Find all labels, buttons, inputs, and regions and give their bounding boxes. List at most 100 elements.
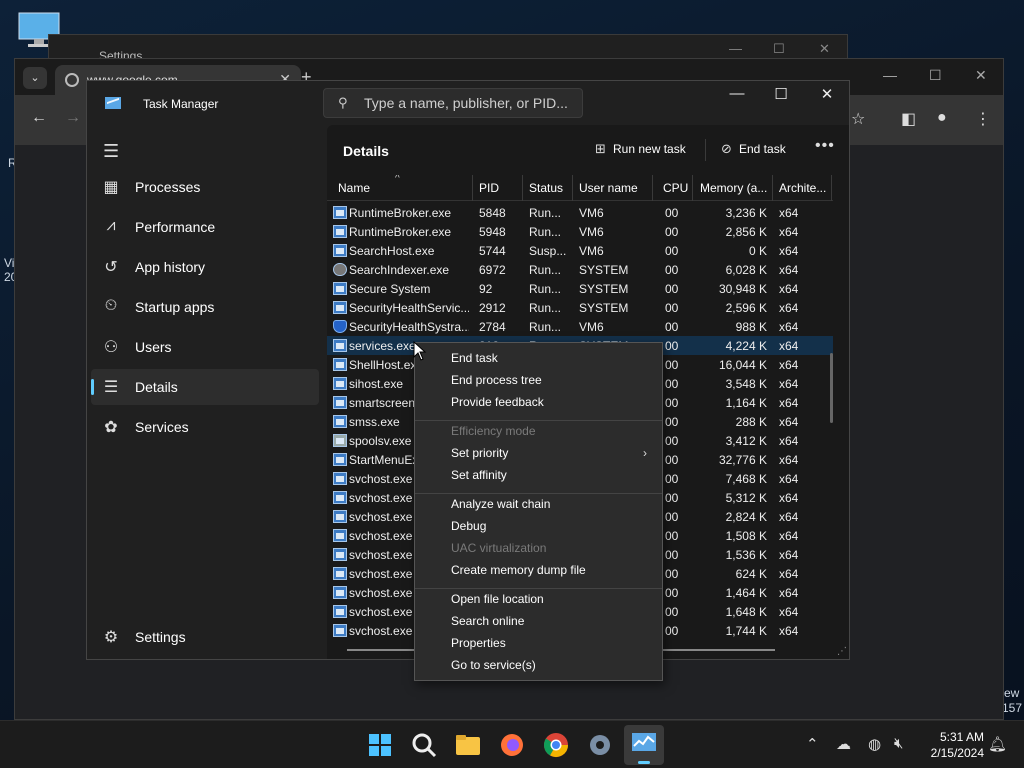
menu-item-set-priority[interactable]: Set priority xyxy=(451,446,508,460)
cell-cpu: 00 xyxy=(665,529,679,543)
column-header-user[interactable]: User name xyxy=(579,181,649,195)
system-clock[interactable]: 5:31 AM 2/15/2024 xyxy=(924,729,984,761)
menu-item-go-to-service-s[interactable]: Go to service(s) xyxy=(451,658,536,672)
startup-apps-icon: ⏲ xyxy=(104,297,118,314)
app-process-icon xyxy=(333,225,347,238)
back-icon[interactable]: ← xyxy=(31,109,47,127)
minimize-icon[interactable]: — xyxy=(729,41,742,56)
file-explorer-icon[interactable] xyxy=(454,731,482,759)
table-row[interactable]: RuntimeBroker.exe 5848 Run... VM6 00 3,236 K x… xyxy=(327,203,833,222)
maximize-icon[interactable]: ☐ xyxy=(773,41,785,57)
menu-item-end-task[interactable]: End task xyxy=(451,351,498,365)
toolbar-divider xyxy=(705,139,706,161)
column-header-pid[interactable]: PID xyxy=(479,181,519,195)
column-header-status[interactable]: Status xyxy=(529,181,573,195)
menu-item-debug[interactable]: Debug xyxy=(451,519,486,533)
cell-name: Secure System xyxy=(349,282,431,296)
profile-icon[interactable]: ● xyxy=(937,109,947,127)
column-header-name[interactable]: Name xyxy=(338,181,458,195)
column-header-architecture[interactable]: Archite... xyxy=(779,181,829,195)
end-task-button[interactable]: ⊘ End task xyxy=(721,141,786,157)
network-globe-icon[interactable]: ◍ xyxy=(868,735,881,753)
cell-cpu: 00 xyxy=(665,339,679,353)
menu-item-analyze-wait-chain[interactable]: Analyze wait chain xyxy=(451,497,550,511)
maximize-icon[interactable]: ☐ xyxy=(929,67,942,84)
column-header-cpu[interactable]: CPU xyxy=(663,181,693,195)
close-icon[interactable]: ✕ xyxy=(975,67,987,84)
menu-item-open-file-location[interactable]: Open file location xyxy=(451,592,544,606)
volume-muted-icon[interactable]: 🔇︎ xyxy=(894,735,903,752)
forward-icon[interactable]: → xyxy=(65,109,81,127)
cell-status: Run... xyxy=(529,206,562,220)
app-process-icon xyxy=(333,472,347,485)
tab-search-button[interactable]: ⌄ xyxy=(23,67,47,89)
table-row[interactable]: SearchHost.exe 5744 Susp... VM6 00 0 K x64 xyxy=(327,241,833,260)
firefox-icon[interactable] xyxy=(498,731,526,759)
menu-item-end-process-tree[interactable]: End process tree xyxy=(451,373,542,387)
app-process-icon xyxy=(333,415,347,428)
nav-item-label: Performance xyxy=(135,219,216,235)
chrome-menu-icon[interactable]: ⋮ xyxy=(975,109,991,129)
cell-cpu: 00 xyxy=(665,415,679,429)
menu-item-efficiency-mode: Efficiency mode xyxy=(451,424,536,438)
menu-item-uac-virtualization: UAC virtualization xyxy=(451,541,547,555)
settings-icon[interactable] xyxy=(586,731,614,759)
table-row[interactable]: SearchIndexer.exe 6972 Run... SYSTEM 00 6,028… xyxy=(327,260,833,279)
cell-name: RuntimeBroker.exe xyxy=(349,225,452,239)
chrome-icon[interactable] xyxy=(542,731,570,759)
menu-item-create-memory-dump-file[interactable]: Create memory dump file xyxy=(451,563,586,577)
cell-architecture: x64 xyxy=(779,548,799,562)
show-hidden-icons-chevron-icon[interactable]: ⌃ xyxy=(806,735,819,753)
cell-status: Run... xyxy=(529,263,562,277)
cell-architecture: x64 xyxy=(779,434,799,448)
nav-item-startup-apps[interactable]: ⏲ Startup apps xyxy=(91,289,319,325)
nav-item-settings[interactable]: ⚙ Settings xyxy=(91,619,319,655)
vertical-scrollbar[interactable] xyxy=(830,353,833,423)
column-header-memory[interactable]: Memory (a... xyxy=(700,181,772,195)
run-new-task-button[interactable]: ⊞ Run new task xyxy=(595,141,686,157)
app-process-icon xyxy=(333,377,347,390)
google-favicon-icon xyxy=(65,73,79,87)
resize-grip-icon[interactable]: ⋰ xyxy=(837,646,847,657)
minimize-icon[interactable]: — xyxy=(883,67,897,83)
cell-cpu: 00 xyxy=(665,282,679,296)
task-manager-taskbar-button[interactable] xyxy=(624,725,664,765)
nav-item-details[interactable]: ☰ Details xyxy=(91,369,319,405)
search-icon[interactable] xyxy=(410,731,438,759)
cell-cpu: 00 xyxy=(665,605,679,619)
side-panel-icon[interactable]: ◧ xyxy=(901,109,916,129)
cell-status: Run... xyxy=(529,320,562,334)
menu-item-search-online[interactable]: Search online xyxy=(451,614,524,628)
minimize-icon[interactable]: — xyxy=(717,85,757,102)
close-icon[interactable]: ✕ xyxy=(819,41,830,57)
start-icon[interactable] xyxy=(366,731,394,759)
nav-item-services[interactable]: ✿ Services xyxy=(91,409,319,445)
more-options-icon[interactable]: ••• xyxy=(815,137,835,155)
table-row[interactable]: RuntimeBroker.exe 5948 Run... VM6 00 2,856 K x… xyxy=(327,222,833,241)
nav-item-performance[interactable]: ⩘ Performance xyxy=(91,209,319,245)
table-row[interactable]: SecurityHealthSystra... 2784 Run... VM6 00 98… xyxy=(327,317,833,336)
nav-item-users[interactable]: ⚇ Users xyxy=(91,329,319,365)
notifications-bell-icon[interactable]: 🔔︎ xyxy=(988,735,1007,753)
cell-memory: 1,648 K xyxy=(725,605,767,619)
hamburger-menu-icon[interactable]: ☰ xyxy=(103,141,119,162)
close-icon[interactable]: ✕ xyxy=(807,85,847,103)
app-process-icon xyxy=(333,396,347,409)
onedrive-cloud-icon[interactable]: ☁ xyxy=(836,735,851,753)
search-box[interactable]: ⚲ xyxy=(323,88,583,118)
menu-item-properties[interactable]: Properties xyxy=(451,636,506,650)
menu-item-set-affinity[interactable]: Set affinity xyxy=(451,468,507,482)
maximize-icon[interactable]: ☐ xyxy=(761,85,801,103)
app-process-icon xyxy=(333,453,347,466)
menu-item-provide-feedback[interactable]: Provide feedback xyxy=(451,395,544,409)
table-row[interactable]: SecurityHealthServic... 2912 Run... SYSTEM 0… xyxy=(327,298,833,317)
cell-memory: 3,412 K xyxy=(725,434,767,448)
cell-memory: 288 K xyxy=(735,415,767,429)
bookmark-star-icon[interactable]: ☆ xyxy=(851,109,865,129)
nav-item-app-history[interactable]: ↺ App history xyxy=(91,249,319,285)
table-row[interactable]: Secure System 92 Run... SYSTEM 00 30,948 K x64 xyxy=(327,279,833,298)
search-input[interactable] xyxy=(364,94,574,112)
nav-item-processes[interactable]: ▦ Processes xyxy=(91,169,319,205)
cell-memory: 4,224 K xyxy=(725,339,767,353)
cell-status: Susp... xyxy=(529,244,567,258)
